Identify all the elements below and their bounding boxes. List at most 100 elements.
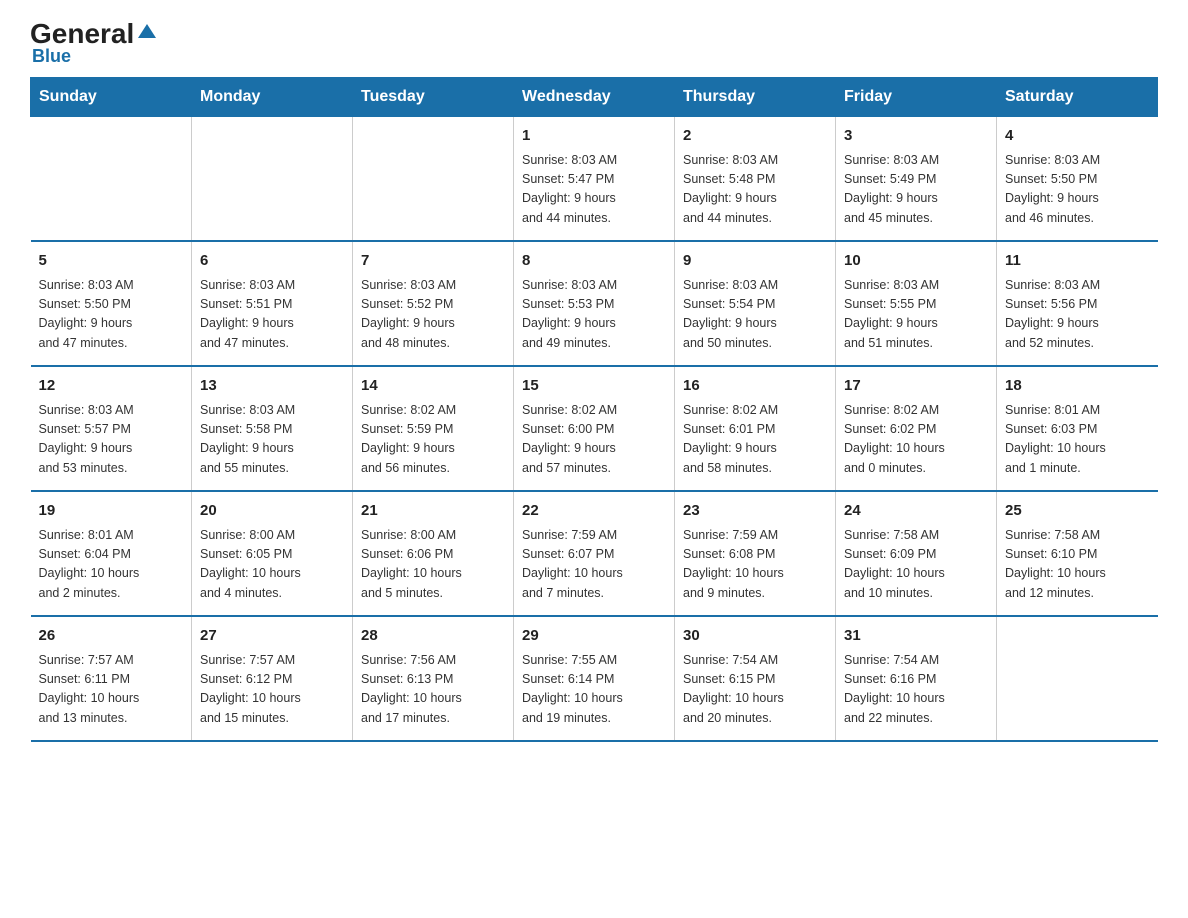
calendar-cell: 8 Sunrise: 8:03 AMSunset: 5:53 PMDaylight… (514, 241, 675, 366)
calendar-day-header-saturday: Saturday (997, 78, 1158, 117)
day-number: 12 (39, 375, 184, 398)
day-number: 4 (1005, 125, 1150, 148)
calendar-cell: 11 Sunrise: 8:03 AMSunset: 5:56 PMDayligh… (997, 241, 1158, 366)
day-number: 25 (1005, 500, 1150, 523)
calendar-cell: 14 Sunrise: 8:02 AMSunset: 5:59 PMDayligh… (353, 366, 514, 491)
calendar-cell: 6 Sunrise: 8:03 AMSunset: 5:51 PMDaylight… (192, 241, 353, 366)
calendar-cell: 19 Sunrise: 8:01 AMSunset: 6:04 PMDayligh… (31, 491, 192, 616)
calendar-day-header-tuesday: Tuesday (353, 78, 514, 117)
day-number: 28 (361, 625, 505, 648)
calendar-cell: 1 Sunrise: 8:03 AMSunset: 5:47 PMDaylight… (514, 117, 675, 242)
day-number: 31 (844, 625, 988, 648)
day-number: 3 (844, 125, 988, 148)
calendar-day-header-wednesday: Wednesday (514, 78, 675, 117)
calendar-cell: 15 Sunrise: 8:02 AMSunset: 6:00 PMDayligh… (514, 366, 675, 491)
logo-triangle-icon (136, 20, 158, 42)
calendar-cell: 21Sunrise: 8:00 AMSunset: 6:06 PMDayligh… (353, 491, 514, 616)
calendar-day-header-sunday: Sunday (31, 78, 192, 117)
day-info: Sunrise: 8:03 AMSunset: 5:57 PMDaylight:… (39, 401, 184, 479)
day-info: Sunrise: 8:03 AMSunset: 5:53 PMDaylight:… (522, 276, 666, 354)
day-number: 30 (683, 625, 827, 648)
calendar-week-row: 1 Sunrise: 8:03 AMSunset: 5:47 PMDaylight… (31, 117, 1158, 242)
day-info: Sunrise: 8:03 AMSunset: 5:50 PMDaylight:… (1005, 151, 1150, 229)
day-info: Sunrise: 8:02 AMSunset: 6:00 PMDaylight:… (522, 401, 666, 479)
calendar-day-header-thursday: Thursday (675, 78, 836, 117)
day-number: 18 (1005, 375, 1150, 398)
day-number: 8 (522, 250, 666, 273)
calendar-cell (31, 117, 192, 242)
day-info: Sunrise: 7:56 AMSunset: 6:13 PMDaylight:… (361, 651, 505, 729)
day-info: Sunrise: 8:01 AMSunset: 6:03 PMDaylight:… (1005, 401, 1150, 479)
day-number: 1 (522, 125, 666, 148)
day-info: Sunrise: 8:02 AMSunset: 6:02 PMDaylight:… (844, 401, 988, 479)
day-info: Sunrise: 7:58 AMSunset: 6:10 PMDaylight:… (1005, 526, 1150, 604)
day-info: Sunrise: 8:03 AMSunset: 5:51 PMDaylight:… (200, 276, 344, 354)
day-info: Sunrise: 7:54 AMSunset: 6:16 PMDaylight:… (844, 651, 988, 729)
calendar-cell: 25 Sunrise: 7:58 AMSunset: 6:10 PMDayligh… (997, 491, 1158, 616)
logo: General Blue (30, 20, 158, 67)
day-number: 6 (200, 250, 344, 273)
calendar-day-header-friday: Friday (836, 78, 997, 117)
day-info: Sunrise: 8:03 AMSunset: 5:50 PMDaylight:… (39, 276, 184, 354)
calendar-cell: 28 Sunrise: 7:56 AMSunset: 6:13 PMDayligh… (353, 616, 514, 741)
calendar-day-header-monday: Monday (192, 78, 353, 117)
calendar-cell: 4 Sunrise: 8:03 AMSunset: 5:50 PMDaylight… (997, 117, 1158, 242)
day-number: 13 (200, 375, 344, 398)
calendar-cell: 16Sunrise: 8:02 AMSunset: 6:01 PMDayligh… (675, 366, 836, 491)
day-number: 19 (39, 500, 184, 523)
day-number: 15 (522, 375, 666, 398)
calendar-cell: 7Sunrise: 8:03 AMSunset: 5:52 PMDaylight… (353, 241, 514, 366)
calendar-cell: 29Sunrise: 7:55 AMSunset: 6:14 PMDayligh… (514, 616, 675, 741)
calendar-week-row: 19 Sunrise: 8:01 AMSunset: 6:04 PMDayligh… (31, 491, 1158, 616)
calendar-cell (997, 616, 1158, 741)
day-info: Sunrise: 8:02 AMSunset: 5:59 PMDaylight:… (361, 401, 505, 479)
calendar-cell: 13 Sunrise: 8:03 AMSunset: 5:58 PMDayligh… (192, 366, 353, 491)
calendar-cell: 5 Sunrise: 8:03 AMSunset: 5:50 PMDaylight… (31, 241, 192, 366)
day-number: 14 (361, 375, 505, 398)
day-number: 26 (39, 625, 184, 648)
day-number: 20 (200, 500, 344, 523)
day-info: Sunrise: 8:00 AMSunset: 6:05 PMDaylight:… (200, 526, 344, 604)
calendar-week-row: 5 Sunrise: 8:03 AMSunset: 5:50 PMDaylight… (31, 241, 1158, 366)
day-info: Sunrise: 8:03 AMSunset: 5:56 PMDaylight:… (1005, 276, 1150, 354)
calendar-week-row: 12 Sunrise: 8:03 AMSunset: 5:57 PMDayligh… (31, 366, 1158, 491)
day-number: 29 (522, 625, 666, 648)
day-number: 9 (683, 250, 827, 273)
day-info: Sunrise: 8:01 AMSunset: 6:04 PMDaylight:… (39, 526, 184, 604)
day-number: 11 (1005, 250, 1150, 273)
calendar-cell (353, 117, 514, 242)
day-number: 10 (844, 250, 988, 273)
day-info: Sunrise: 7:57 AMSunset: 6:12 PMDaylight:… (200, 651, 344, 729)
day-info: Sunrise: 8:03 AMSunset: 5:58 PMDaylight:… (200, 401, 344, 479)
day-number: 5 (39, 250, 184, 273)
day-number: 17 (844, 375, 988, 398)
day-number: 23 (683, 500, 827, 523)
calendar-cell: 9Sunrise: 8:03 AMSunset: 5:54 PMDaylight… (675, 241, 836, 366)
calendar-cell: 17 Sunrise: 8:02 AMSunset: 6:02 PMDayligh… (836, 366, 997, 491)
calendar-cell: 30 Sunrise: 7:54 AMSunset: 6:15 PMDayligh… (675, 616, 836, 741)
calendar-cell: 23Sunrise: 7:59 AMSunset: 6:08 PMDayligh… (675, 491, 836, 616)
day-number: 21 (361, 500, 505, 523)
calendar-cell: 20 Sunrise: 8:00 AMSunset: 6:05 PMDayligh… (192, 491, 353, 616)
page-header: General Blue (30, 20, 1158, 67)
calendar-cell: 10 Sunrise: 8:03 AMSunset: 5:55 PMDayligh… (836, 241, 997, 366)
calendar-cell: 27Sunrise: 7:57 AMSunset: 6:12 PMDayligh… (192, 616, 353, 741)
day-number: 16 (683, 375, 827, 398)
calendar-cell: 22Sunrise: 7:59 AMSunset: 6:07 PMDayligh… (514, 491, 675, 616)
calendar-cell (192, 117, 353, 242)
day-info: Sunrise: 8:03 AMSunset: 5:47 PMDaylight:… (522, 151, 666, 229)
day-info: Sunrise: 8:03 AMSunset: 5:55 PMDaylight:… (844, 276, 988, 354)
day-info: Sunrise: 8:03 AMSunset: 5:48 PMDaylight:… (683, 151, 827, 229)
day-info: Sunrise: 7:57 AMSunset: 6:11 PMDaylight:… (39, 651, 184, 729)
day-info: Sunrise: 8:03 AMSunset: 5:52 PMDaylight:… (361, 276, 505, 354)
calendar-cell: 2Sunrise: 8:03 AMSunset: 5:48 PMDaylight… (675, 117, 836, 242)
calendar-cell: 12 Sunrise: 8:03 AMSunset: 5:57 PMDayligh… (31, 366, 192, 491)
day-info: Sunrise: 8:03 AMSunset: 5:49 PMDaylight:… (844, 151, 988, 229)
calendar-cell: 26 Sunrise: 7:57 AMSunset: 6:11 PMDayligh… (31, 616, 192, 741)
calendar-cell: 24Sunrise: 7:58 AMSunset: 6:09 PMDayligh… (836, 491, 997, 616)
calendar-table: SundayMondayTuesdayWednesdayThursdayFrid… (30, 77, 1158, 742)
logo-general: General (30, 20, 134, 48)
day-info: Sunrise: 7:54 AMSunset: 6:15 PMDaylight:… (683, 651, 827, 729)
calendar-week-row: 26 Sunrise: 7:57 AMSunset: 6:11 PMDayligh… (31, 616, 1158, 741)
calendar-cell: 3 Sunrise: 8:03 AMSunset: 5:49 PMDaylight… (836, 117, 997, 242)
